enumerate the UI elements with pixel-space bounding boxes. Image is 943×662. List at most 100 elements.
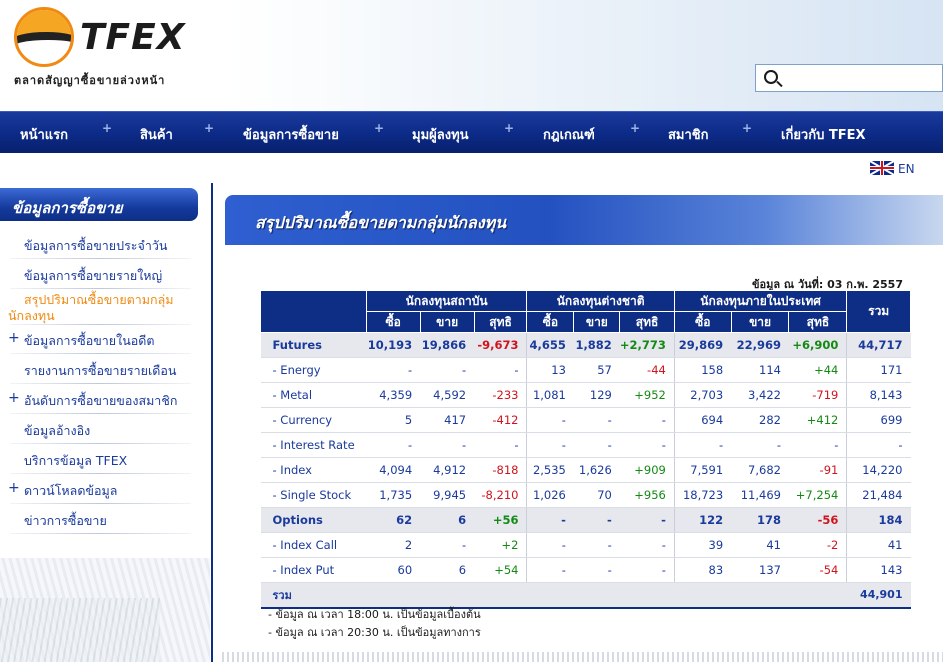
page-title: สรุปปริมาณซื้อขายตามกลุ่มนักลงทุน [255, 213, 507, 232]
sidebar-item-daily-trading[interactable]: ข้อมูลการซื้อขายประจำวัน [0, 229, 205, 259]
search-box[interactable] [755, 64, 943, 92]
table-cell: 10,193 [366, 332, 421, 358]
table-row: - Currency 5 417 -412- - -694 282 +412 699 [260, 407, 911, 433]
table-cell: - [526, 557, 574, 583]
table-cell: -818 [474, 457, 527, 483]
table-row: Options 62 6 +56- - -122 178 -56 184 [260, 507, 911, 533]
table-cell: 178 [731, 507, 789, 533]
table-cell: 2,535 [526, 457, 574, 483]
nav-item-products[interactable]: สินค้า [140, 124, 173, 145]
sidebar-item-label: ข้อมูลการซื้อขายรายใหญ่ [24, 268, 163, 283]
logo-emblem-icon [14, 7, 74, 67]
sidebar-item-news[interactable]: ข่าวการซื้อขาย [0, 504, 205, 534]
row-name: - Index Put [260, 557, 367, 583]
column-group-foreign: นักลงทุนต่างชาติ [526, 290, 675, 312]
note-line: - ข้อมูล ณ เวลา 20:30 น. เป็นข้อมูลทางกา… [268, 626, 481, 639]
total-row: รวม 44,901 [260, 582, 911, 609]
sidebar-header: ข้อมูลการซื้อขาย [0, 188, 198, 221]
table-cell: 29,869 [673, 332, 732, 358]
table-cell: +54 [474, 557, 527, 583]
table-cell: - [673, 432, 732, 458]
total-label: รวม [260, 582, 367, 609]
sidebar-decoration [0, 598, 160, 662]
table-cell: 13 [526, 357, 574, 383]
row-name: - Metal [260, 382, 367, 408]
uk-flag-icon [870, 161, 894, 175]
table-cell: -9,673 [474, 332, 527, 358]
table-cell: - [573, 432, 620, 458]
table-cell: -719 [788, 382, 847, 408]
column-header-net: สุทธิ [619, 311, 675, 333]
row-name: Futures [260, 332, 367, 358]
table-cell: - [526, 532, 574, 558]
sidebar-item-reference[interactable]: ข้อมูลอ้างอิง [0, 414, 205, 444]
table-cell: 143 [846, 557, 911, 583]
nav-separator: + [504, 121, 515, 135]
table-cell: - [366, 432, 421, 458]
search-icon[interactable] [764, 70, 778, 84]
sidebar-item-download[interactable]: + ดาวน์โหลดข้อมูล [0, 474, 205, 504]
table-row: - Index Put 60 6 +54- - -83 137 -54 143 [260, 557, 911, 583]
table-cell: 4,592 [420, 382, 475, 408]
table-row: - Index Call 2- +2- - -39 41 -2 41 [260, 532, 911, 558]
sidebar-item-label: ข่าวการซื้อขาย [24, 513, 107, 528]
table-row: - Single Stock 1,735 9,945 -8,210 1,026 70 +95… [260, 482, 911, 508]
sidebar-item-large-trades[interactable]: ข้อมูลการซื้อขายรายใหญ่ [0, 259, 205, 289]
column-header-sell: ขาย [573, 311, 621, 333]
sidebar-item-label: บริการข้อมูล TFEX [24, 453, 128, 468]
header-background [230, 0, 943, 111]
table-cell: 2,703 [673, 382, 732, 408]
table-cell: -44 [619, 357, 675, 383]
tfex-logo[interactable]: TFEX ตลาดสัญญาซื้อขายล่วงหน้า [12, 5, 212, 95]
logo-subtitle: ตลาดสัญญาซื้อขายล่วงหน้า [14, 74, 166, 87]
table-cell: - [526, 432, 574, 458]
table-cell: 62 [366, 507, 421, 533]
nav-item-members[interactable]: สมาชิก [668, 124, 709, 145]
nav-item-trading-data[interactable]: ข้อมูลการซื้อขาย [243, 124, 339, 145]
table-cell: - [731, 432, 789, 458]
column-header-buy: ซื้อ [365, 311, 421, 333]
table-cell: 4,912 [420, 457, 475, 483]
column-header-sell: ขาย [419, 311, 475, 333]
table-row: - Interest Rate - - - - - - - - - - [260, 432, 911, 458]
nav-item-investor-corner[interactable]: มุมผู้ลงทุน [412, 124, 469, 145]
table-cell: 699 [846, 407, 911, 433]
table-cell: 171 [846, 357, 911, 383]
table-cell: +7,254 [788, 482, 847, 508]
table-row: - Index 4,094 4,912 -818 2,535 1,626 +909 7,591… [260, 457, 911, 483]
nav-item-home[interactable]: หน้าแรก [20, 124, 68, 145]
table-cell: - [619, 507, 675, 533]
bottom-decoration [222, 652, 943, 662]
table-header-blank [260, 290, 367, 333]
nav-item-about[interactable]: เกี่ยวกับ TFEX [781, 124, 866, 145]
table-cell: - [474, 357, 527, 383]
table-cell: - [619, 532, 675, 558]
table-cell: +952 [619, 382, 675, 408]
note-line: - ข้อมูล ณ เวลา 18:00 น. เป็นข้อมูลเบื้อ… [268, 608, 481, 621]
row-name: - Interest Rate [260, 432, 367, 458]
table-cell: 129 [573, 382, 620, 408]
table-cell: -233 [474, 382, 527, 408]
table-cell: 282 [731, 407, 789, 433]
table-cell: -56 [788, 507, 847, 533]
table-cell: 1,882 [573, 332, 620, 358]
nav-separator: + [102, 121, 113, 135]
table-cell: 6 [420, 507, 475, 533]
search-input[interactable] [786, 68, 936, 88]
nav-item-rules[interactable]: กฎเกณฑ์ [543, 124, 595, 145]
table-row: - Energy - - -13 57 -44 158 114 +44 171 [260, 357, 911, 383]
table-cell: 417 [420, 407, 475, 433]
table-cell: 9,945 [420, 482, 475, 508]
expand-icon: + [8, 330, 20, 346]
investor-summary-table: นักลงทุนสถาบัน นักลงทุนต่างชาติ นักลงทุน… [260, 290, 911, 609]
row-name: - Currency [260, 407, 367, 433]
table-cell: +56 [474, 507, 527, 533]
sidebar-item-member-ranking[interactable]: + อันดับการซื้อขายของสมาชิก [0, 384, 205, 414]
table-cell: 14,220 [846, 457, 911, 483]
sidebar-item-investor-summary[interactable]: สรุปปริมาณซื้อขายตามกลุ่ม นักลงทุน [0, 287, 205, 325]
table-cell: 694 [673, 407, 732, 433]
sidebar-item-data-service[interactable]: บริการข้อมูล TFEX [0, 444, 205, 474]
sidebar-item-historical[interactable]: + ข้อมูลการซื้อขายในอดีต [0, 324, 205, 354]
sidebar-item-monthly-report[interactable]: รายงานการซื้อขายรายเดือน [0, 354, 205, 384]
nav-separator: + [742, 121, 753, 135]
